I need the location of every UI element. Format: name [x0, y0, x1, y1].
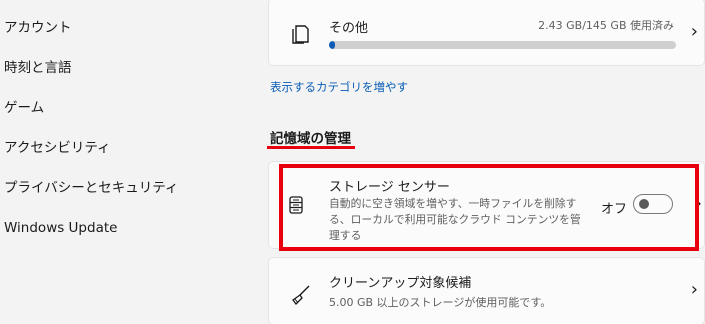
document-stack-icon	[292, 25, 309, 44]
sidebar-item-time-language[interactable]: 時刻と言語	[4, 52, 254, 84]
sidebar: アカウント 時刻と言語 ゲーム アクセシビリティ プライバシーとセキュリティ W…	[0, 0, 262, 324]
cleanup-title: クリーンアップ対象候補	[329, 276, 472, 291]
storage-management-heading: 記憶域の管理	[270, 131, 351, 147]
broom-icon	[292, 285, 310, 305]
sidebar-item-gaming[interactable]: ゲーム	[4, 92, 254, 124]
chevron-right-icon: ›	[690, 21, 698, 42]
other-storage-card[interactable]: その他 2.43 GB/145 GB 使用済み ›	[268, 0, 705, 66]
storage-sense-highlight-box	[279, 164, 699, 251]
chevron-right-icon: ›	[690, 279, 698, 300]
other-usage: 2.43 GB/145 GB 使用済み	[538, 19, 674, 32]
sidebar-item-accessibility[interactable]: アクセシビリティ	[4, 132, 254, 164]
cleanup-recommendations-card[interactable]: クリーンアップ対象候補 5.00 GB 以上のストレージが使用可能です。 ›	[268, 257, 705, 324]
show-more-categories-link[interactable]: 表示するカテゴリを増やす	[270, 79, 408, 95]
main-content: その他 2.43 GB/145 GB 使用済み › 表示するカテゴリを増やす 記…	[262, 0, 705, 324]
sidebar-item-privacy-security[interactable]: プライバシーとセキュリティ	[4, 172, 254, 204]
sidebar-item-accounts[interactable]: アカウント	[4, 12, 254, 44]
other-usage-bar	[329, 41, 676, 49]
heading-highlight-underline	[267, 146, 355, 149]
other-usage-bar-fill	[329, 41, 335, 49]
sidebar-item-windows-update[interactable]: Windows Update	[4, 212, 254, 244]
other-title: その他	[329, 21, 369, 36]
cleanup-description: 5.00 GB 以上のストレージが使用可能です。	[329, 296, 552, 309]
